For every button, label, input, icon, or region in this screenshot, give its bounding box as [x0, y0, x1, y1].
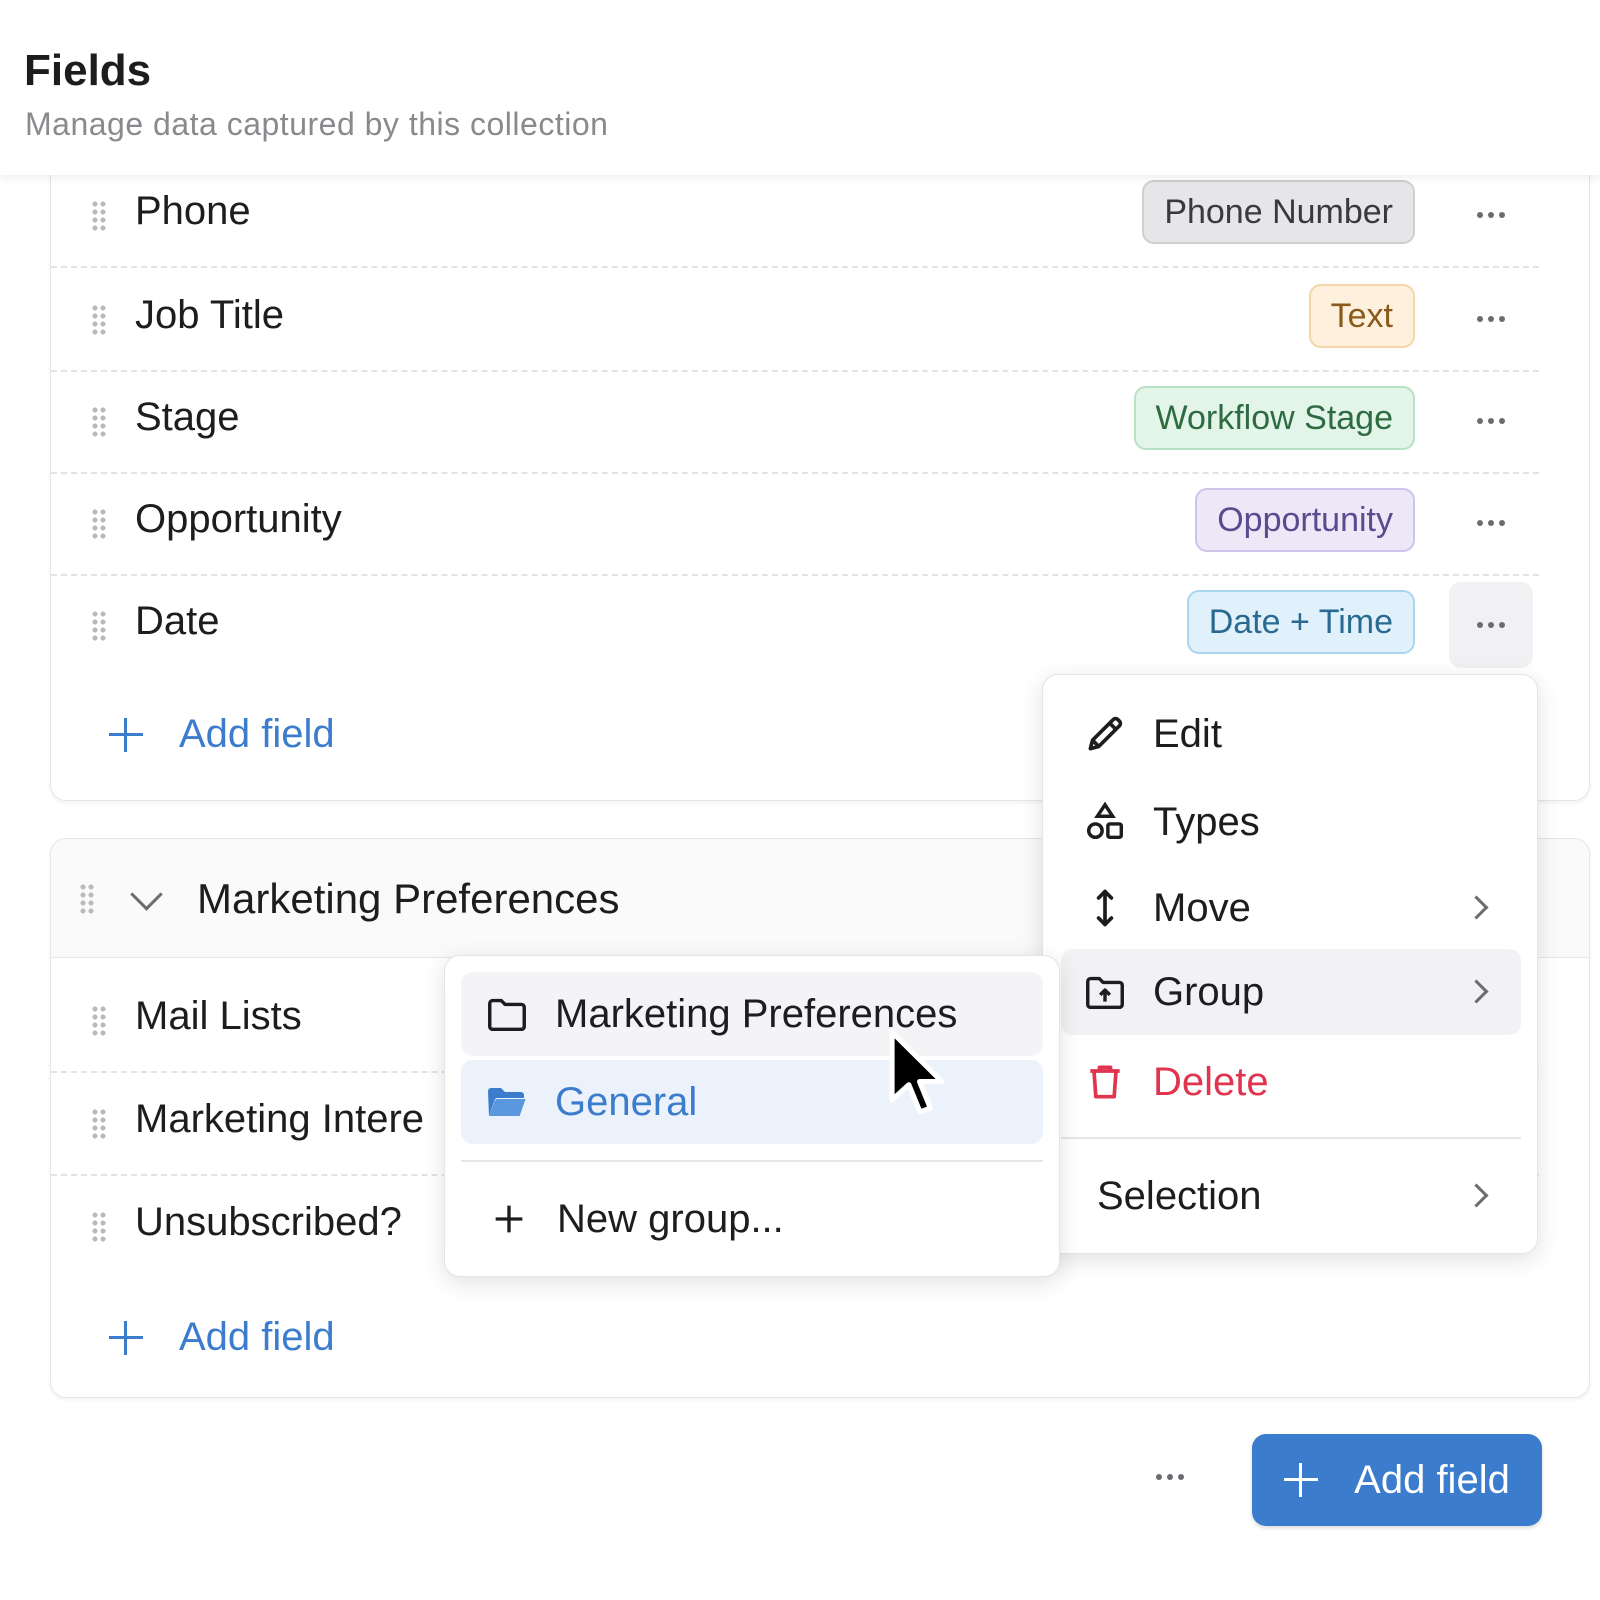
drag-handle-icon[interactable]: [91, 508, 107, 540]
plus-icon: [109, 717, 143, 752]
add-field-link[interactable]: Add field: [109, 712, 335, 757]
plus-icon: [1284, 1463, 1319, 1497]
submenu-item-new-group[interactable]: New group...: [485, 1188, 1043, 1250]
field-label: Job Title: [135, 293, 284, 337]
drag-handle-icon[interactable]: [79, 883, 95, 915]
folder-icon: [483, 990, 531, 1038]
drag-handle-icon[interactable]: [91, 1005, 107, 1037]
more-icon: [1477, 622, 1505, 628]
add-field-label: Add field: [179, 1315, 335, 1359]
field-row-date[interactable]: Date Date + Time: [51, 574, 1539, 676]
plus-icon: [109, 1320, 143, 1355]
more-icon: [1477, 520, 1505, 526]
field-label: Date: [135, 599, 220, 643]
move-vertical-icon: [1081, 884, 1129, 932]
page-title: Fields: [24, 46, 152, 95]
field-type-badge: Opportunity: [1195, 488, 1415, 552]
more-icon: [1477, 212, 1505, 218]
drag-handle-icon[interactable]: [91, 406, 107, 438]
field-row-stage[interactable]: Stage Workflow Stage: [51, 370, 1539, 474]
field-type-badge: Date + Time: [1186, 590, 1415, 654]
field-label: Opportunity: [135, 497, 342, 541]
page-subtitle: Manage data captured by this collection: [25, 106, 609, 142]
chevron-down-icon[interactable]: [130, 878, 163, 911]
menu-divider: [461, 1160, 1043, 1162]
menu-item-label: Move: [1153, 885, 1251, 930]
trash-icon: [1081, 1058, 1129, 1106]
menu-item-edit[interactable]: Edit: [1081, 705, 1521, 763]
field-row-phone[interactable]: Phone Phone Number: [51, 164, 1539, 268]
field-row-opportunity[interactable]: Opportunity Opportunity: [51, 472, 1539, 576]
field-type-badge: Text: [1308, 284, 1415, 348]
add-field-label: Add field: [179, 712, 335, 756]
field-label: Marketing Intere: [135, 1097, 425, 1141]
submenu-item-label: General: [555, 1079, 698, 1124]
menu-item-label: Group: [1153, 969, 1265, 1014]
more-icon: [1477, 316, 1505, 322]
drag-handle-icon[interactable]: [91, 610, 107, 642]
folder-upload-icon: [1081, 968, 1129, 1016]
mouse-cursor-icon: [889, 1029, 945, 1115]
field-context-menu: Edit Types Move Group Delete Selection: [1042, 674, 1538, 1254]
drag-handle-icon[interactable]: [91, 304, 107, 336]
field-label: Mail Lists: [135, 994, 302, 1038]
submenu-item-marketing-preferences[interactable]: Marketing Preferences: [461, 972, 1043, 1056]
chevron-right-icon: [1464, 1183, 1489, 1208]
plus-icon: [485, 1195, 533, 1243]
field-row-job-title[interactable]: Job Title Text: [51, 268, 1539, 372]
more-options-button[interactable]: [1449, 378, 1533, 464]
menu-divider: [1061, 1137, 1521, 1139]
submenu-item-label: New group...: [557, 1196, 784, 1241]
menu-item-label: Types: [1153, 799, 1260, 844]
menu-item-delete[interactable]: Delete: [1081, 1053, 1521, 1111]
more-icon: [1477, 418, 1505, 424]
field-type-badge: Phone Number: [1142, 180, 1415, 244]
menu-item-move[interactable]: Move: [1081, 879, 1521, 937]
menu-item-label: Edit: [1153, 711, 1222, 756]
group-title: Marketing Preferences: [197, 875, 620, 922]
add-field-button[interactable]: Add field: [1252, 1434, 1542, 1526]
footer-more-button[interactable]: [1156, 1474, 1184, 1480]
more-options-button[interactable]: [1449, 582, 1533, 668]
field-type-badge: Workflow Stage: [1133, 386, 1415, 450]
field-label: Stage: [135, 395, 240, 439]
add-field-link[interactable]: Add field: [109, 1315, 335, 1360]
page-header: Fields Manage data captured by this coll…: [0, 0, 1600, 175]
add-field-button-label: Add field: [1354, 1457, 1510, 1502]
shapes-icon: [1081, 798, 1129, 846]
group-submenu: Marketing Preferences General New group.…: [444, 955, 1060, 1277]
more-icon: [1156, 1474, 1184, 1480]
menu-item-label: Selection: [1097, 1173, 1262, 1218]
more-options-button[interactable]: [1449, 480, 1533, 566]
folder-open-icon: [483, 1078, 531, 1126]
more-options-button[interactable]: [1449, 172, 1533, 258]
drag-handle-icon[interactable]: [91, 1108, 107, 1140]
pencil-icon: [1081, 710, 1129, 758]
drag-handle-icon[interactable]: [91, 200, 107, 232]
field-label: Unsubscribed?: [135, 1200, 402, 1244]
submenu-item-general[interactable]: General: [461, 1060, 1043, 1144]
menu-item-types[interactable]: Types: [1081, 793, 1521, 851]
menu-item-group[interactable]: Group: [1061, 949, 1521, 1035]
more-options-button[interactable]: [1449, 276, 1533, 362]
menu-item-label: Delete: [1153, 1059, 1269, 1104]
menu-item-selection[interactable]: Selection: [1097, 1167, 1521, 1225]
chevron-right-icon: [1464, 979, 1489, 1004]
drag-handle-icon[interactable]: [91, 1211, 107, 1243]
chevron-right-icon: [1464, 895, 1489, 920]
field-label: Phone: [135, 189, 251, 233]
